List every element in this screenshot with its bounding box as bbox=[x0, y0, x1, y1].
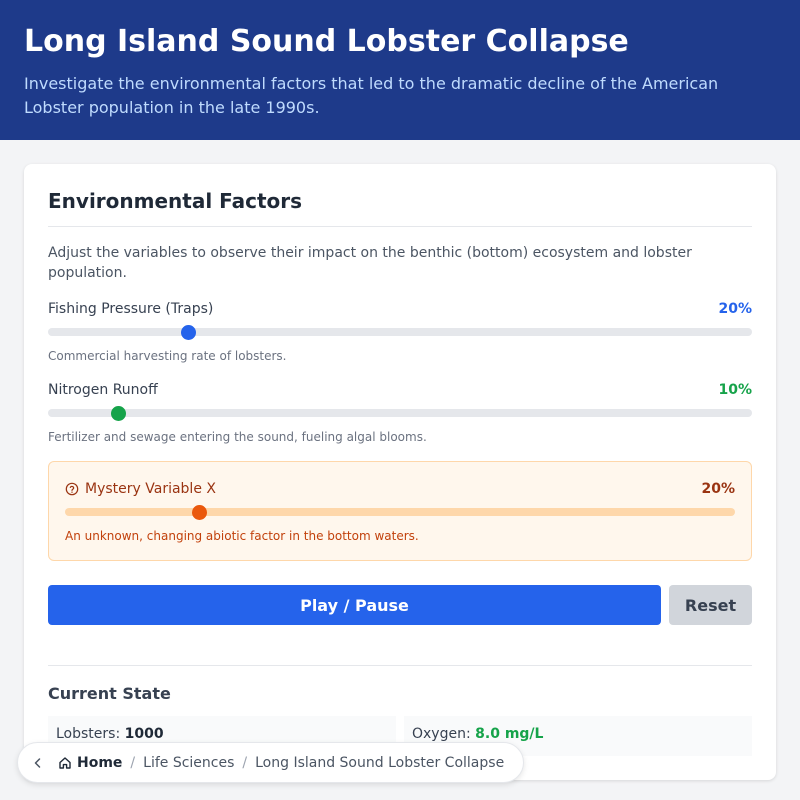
fishing-pressure-value: 20% bbox=[718, 301, 752, 317]
mystery-variable-slider-thumb[interactable] bbox=[191, 504, 207, 520]
lobster-count-value: 1000 bbox=[124, 726, 164, 742]
nitrogen-runoff-label: Nitrogen Runoff bbox=[48, 382, 158, 398]
breadcrumb-section-link[interactable]: Life Sciences bbox=[143, 755, 234, 771]
current-state-title: Current State bbox=[48, 684, 171, 703]
fishing-pressure-control: Fishing Pressure (Traps) 20% Commercial … bbox=[48, 299, 752, 364]
lobster-count-label: Lobsters: bbox=[56, 726, 121, 742]
nitrogen-runoff-slider[interactable] bbox=[48, 405, 752, 421]
breadcrumb-home-label: Home bbox=[77, 754, 123, 771]
page-title: Long Island Sound Lobster Collapse bbox=[24, 24, 629, 59]
play-pause-button[interactable]: Play / Pause bbox=[48, 585, 661, 625]
breadcrumb-separator: / bbox=[130, 754, 136, 771]
breadcrumb-current: Long Island Sound Lobster Collapse bbox=[255, 754, 505, 771]
breadcrumb-separator: / bbox=[242, 754, 248, 771]
nitrogen-runoff-slider-thumb[interactable] bbox=[110, 405, 126, 421]
help-circle-icon bbox=[65, 482, 79, 496]
page-subtitle: Investigate the environmental factors th… bbox=[24, 74, 719, 117]
breadcrumb: Home / Life Sciences / Long Island Sound… bbox=[17, 742, 524, 783]
chevron-left-icon[interactable] bbox=[32, 757, 44, 769]
home-icon bbox=[59, 756, 71, 769]
breadcrumb-home-link[interactable]: Home bbox=[58, 755, 122, 771]
fishing-pressure-description: Commercial harvesting rate of lobsters. bbox=[48, 349, 287, 363]
panel-intro: Adjust the variables to observe their im… bbox=[48, 245, 692, 281]
nitrogen-runoff-value: 10% bbox=[718, 382, 752, 398]
mystery-variable-description: An unknown, changing abiotic factor in t… bbox=[65, 529, 419, 543]
mystery-variable-value: 20% bbox=[701, 481, 735, 497]
nitrogen-runoff-description: Fertilizer and sewage entering the sound… bbox=[48, 430, 427, 444]
nitrogen-runoff-control: Nitrogen Runoff 10% Fertilizer and sewag… bbox=[48, 380, 752, 445]
oxygen-level-value: 8.0 mg/L bbox=[475, 726, 544, 742]
environmental-factors-panel: Environmental Factors Adjust the variabl… bbox=[24, 164, 776, 780]
fishing-pressure-slider[interactable] bbox=[48, 324, 752, 340]
reset-button[interactable]: Reset bbox=[669, 585, 752, 625]
mystery-variable-control: Mystery Variable X 20% An unknown, chang… bbox=[48, 461, 752, 561]
mystery-variable-slider[interactable] bbox=[65, 504, 735, 520]
page-header: Long Island Sound Lobster Collapse Inves… bbox=[0, 0, 800, 140]
panel-title: Environmental Factors bbox=[48, 188, 752, 227]
mystery-variable-label: Mystery Variable X bbox=[85, 481, 216, 497]
simulation-controls: Play / Pause Reset bbox=[48, 585, 752, 625]
fishing-pressure-label: Fishing Pressure (Traps) bbox=[48, 301, 214, 317]
fishing-pressure-slider-thumb[interactable] bbox=[181, 324, 197, 340]
oxygen-level-label: Oxygen: bbox=[412, 726, 471, 742]
